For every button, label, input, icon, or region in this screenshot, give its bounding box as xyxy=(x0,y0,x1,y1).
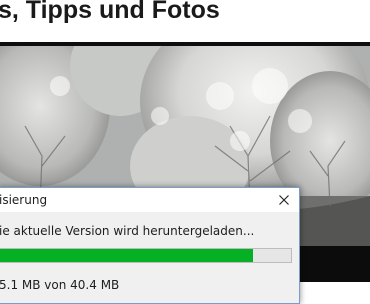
download-progress-bar xyxy=(0,248,292,263)
dialog-title: isierung xyxy=(0,193,48,207)
page-title: s, Tipps und Fotos xyxy=(0,0,220,24)
dialog-titlebar[interactable]: isierung xyxy=(0,188,299,212)
dialog-body: ie aktuelle Version wird heruntergeladen… xyxy=(0,212,299,303)
download-status-text: ie aktuelle Version wird heruntergeladen… xyxy=(0,224,255,238)
progress-fill xyxy=(0,249,254,262)
close-icon xyxy=(279,195,289,205)
close-button[interactable] xyxy=(269,188,299,212)
download-dialog: isierung ie aktuelle Version wird herunt… xyxy=(0,187,300,304)
download-size-text: 5.1 MB von 40.4 MB xyxy=(0,278,120,292)
